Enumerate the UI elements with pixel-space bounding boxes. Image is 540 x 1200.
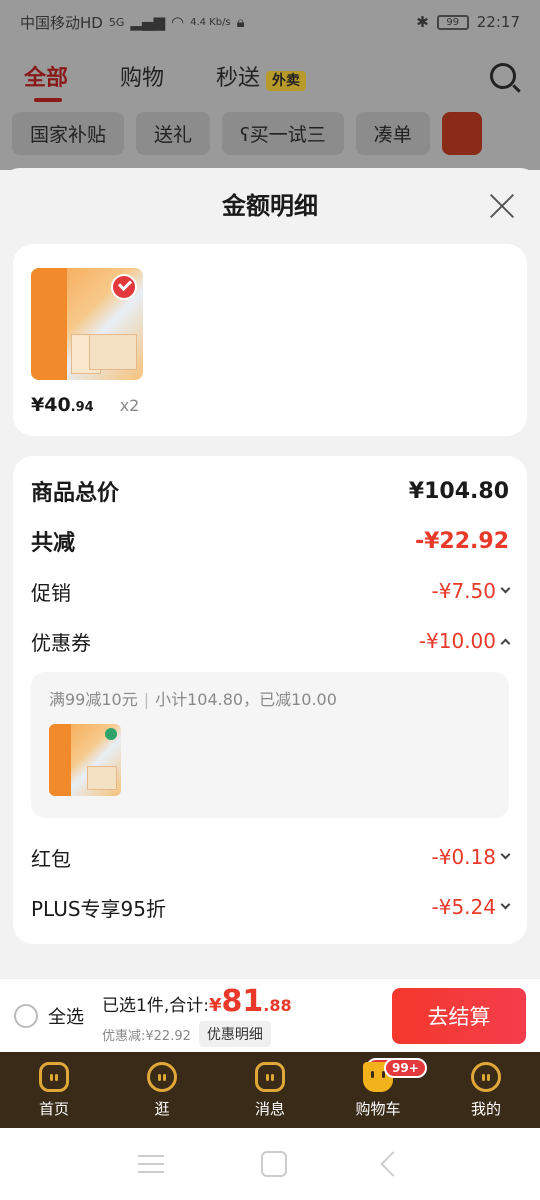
bluetooth-icon: ✱ — [416, 13, 429, 31]
checked-icon — [111, 274, 137, 300]
search-icon[interactable] — [490, 63, 516, 89]
total-price-row: 商品总价 ¥104.80 — [31, 466, 509, 516]
tab-mine[interactable]: 我的 — [432, 1052, 540, 1128]
total-price-label: 商品总价 — [31, 481, 120, 506]
promo-label: 促销 — [31, 580, 71, 605]
status-bar: 中国移动HD 5G ▂▄▆ ◠ 4.4 Kb/s 🔒︎ ✱ 99 22:17 — [0, 0, 540, 44]
amount-detail-sheet: 金额明细 ¥40.94 x2 商品总价 ¥104.80 共减 -¥22.92 促… — [0, 168, 540, 978]
total-int: 81 — [221, 984, 264, 1019]
total-price-value: ¥104.80 — [408, 478, 509, 504]
chip-fill-order[interactable]: 凑单 — [355, 112, 430, 155]
tab-mine-label: 我的 — [470, 1099, 501, 1118]
signal-icon: ▂▄▆ — [130, 13, 165, 31]
chevron-down-icon — [500, 849, 511, 859]
chip-subsidy[interactable]: 国家补贴 — [12, 112, 125, 155]
tab-messages-label: 消息 — [254, 1099, 285, 1118]
message-icon — [255, 1061, 285, 1092]
home-button-icon[interactable] — [260, 1151, 287, 1177]
browse-icon — [147, 1061, 177, 1092]
price-detail-card: 商品总价 ¥104.80 共减 -¥22.92 促销 -¥7.50 优惠券 -¥… — [13, 456, 527, 944]
home-icon — [39, 1061, 69, 1092]
coupon-rule: 满99减10元 — [49, 690, 138, 709]
coupon-product-thumbnail[interactable] — [49, 724, 121, 796]
tab-miaosong-label: 秒送 — [216, 66, 261, 91]
tab-cart-label: 购物车 — [355, 1099, 401, 1118]
network-text: 5G — [108, 15, 125, 29]
total-reduce-value: -¥22.92 — [414, 528, 509, 554]
coupon-subtotal: 小计104.80，已减10.00 — [155, 690, 337, 709]
checkout-button[interactable]: 去结算 — [392, 987, 526, 1044]
total-dec: .88 — [263, 996, 292, 1015]
tab-miaosong[interactable]: 秒送 外卖 — [216, 60, 307, 92]
tab-all[interactable]: 全部 — [24, 60, 68, 102]
chip-try[interactable]: ʕ买一试三 — [222, 112, 344, 155]
order-summary: 已选1件,合计: ¥81.88 优惠减:¥22.92 优惠明细 — [102, 984, 292, 1047]
discount-detail-button[interactable]: 优惠明细 — [198, 1021, 271, 1047]
sheet-title: 金额明细 — [222, 192, 318, 220]
bottom-tab-bar: 首页 逛 5+ 消息 99+ 购物车 我的 — [0, 1052, 540, 1128]
cart-badge: 99+ — [384, 1058, 427, 1078]
tab-home-label: 首页 — [38, 1099, 69, 1118]
chip-gift[interactable]: 送礼 — [136, 112, 211, 155]
plus-discount-value: -¥5.24 — [431, 895, 496, 919]
wifi-icon: ◠ — [170, 13, 185, 31]
chevron-down-icon — [500, 899, 511, 909]
clock-text: 22:17 — [476, 13, 520, 31]
menu-icon[interactable] — [138, 1155, 165, 1173]
coupon-label: 优惠券 — [31, 630, 91, 655]
product-price-int: ¥40 — [31, 394, 71, 416]
battery-icon: 99 — [436, 14, 469, 30]
discount-text: 优惠减:¥22.92 — [102, 1028, 191, 1044]
separator: | — [143, 690, 150, 709]
redpacket-label: 红包 — [31, 846, 71, 871]
total-reduce-row: 共减 -¥22.92 — [31, 516, 509, 566]
checkout-bar: 全选 已选1件,合计: ¥81.88 优惠减:¥22.92 优惠明细 去结算 — [0, 978, 540, 1052]
waimai-badge: 外卖 — [266, 71, 307, 91]
tab-messages[interactable]: 5+ 消息 — [216, 1052, 401, 1128]
tab-browse-label: 逛 — [154, 1099, 170, 1118]
tab-cart[interactable]: 99+ 购物车 — [324, 1052, 432, 1128]
chevron-down-icon — [500, 583, 511, 593]
back-icon[interactable] — [379, 1151, 406, 1177]
bear-icon: ʕ — [240, 124, 250, 146]
promo-value: -¥7.50 — [431, 579, 496, 603]
coupon-row[interactable]: 优惠券 -¥10.00 — [31, 616, 511, 666]
lock-icon: 🔒︎ — [236, 13, 245, 31]
background-header: 全部 购物 秒送 外卖 国家补贴 送礼 ʕ买一试三 凑单 — [0, 44, 540, 170]
total-yen: ¥ — [208, 995, 222, 1016]
product-thumbnail[interactable] — [31, 268, 143, 380]
chip-try-label: 买一试三 — [249, 124, 326, 146]
tab-home[interactable]: 首页 — [0, 1052, 108, 1128]
coupon-value: -¥10.00 — [418, 629, 496, 653]
plus-discount-label: PLUS专享95折 — [31, 896, 166, 921]
selected-count-text: 已选1件,合计: — [102, 996, 209, 1016]
product-price-dec: .94 — [70, 400, 94, 415]
tab-browse[interactable]: 逛 — [108, 1052, 216, 1128]
product-quantity: x2 — [119, 396, 140, 415]
system-nav-bar — [0, 1128, 540, 1200]
carrier-text: 中国移动HD — [20, 13, 103, 32]
green-badge-icon — [105, 728, 117, 740]
redpacket-row[interactable]: 红包 -¥0.18 — [31, 832, 511, 882]
total-amount: ¥81.88 — [209, 984, 292, 1019]
speed-text: 4.4 Kb/s — [190, 16, 231, 28]
promo-row[interactable]: 促销 -¥7.50 — [31, 566, 511, 616]
select-all-radio[interactable] — [14, 1003, 38, 1028]
product-card: ¥40.94 x2 — [13, 244, 527, 436]
chevron-up-icon — [500, 638, 511, 648]
chip-more[interactable] — [441, 112, 482, 155]
select-all-label[interactable]: 全选 — [48, 1003, 84, 1029]
redpacket-value: -¥0.18 — [431, 845, 496, 869]
coupon-detail-box: 满99减10元 | 小计104.80，已减10.00 — [31, 672, 509, 818]
close-icon[interactable] — [488, 192, 516, 220]
product-price: ¥40.94 — [31, 394, 94, 416]
profile-icon — [471, 1061, 501, 1092]
plus-discount-row[interactable]: PLUS专享95折 -¥5.24 — [31, 882, 511, 932]
tab-shopping[interactable]: 购物 — [120, 60, 164, 92]
total-reduce-label: 共减 — [31, 531, 76, 556]
